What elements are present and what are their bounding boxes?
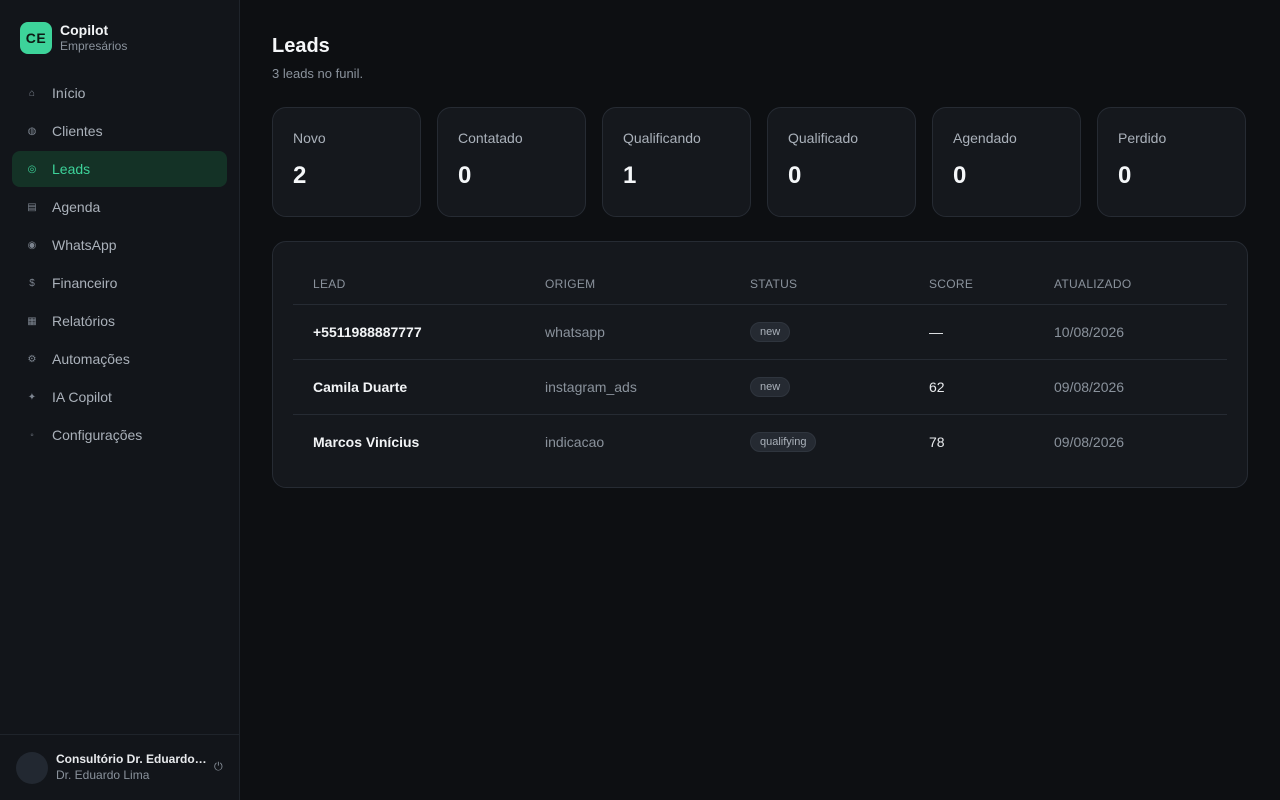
sidebar-item-agenda[interactable]: ▤ Agenda xyxy=(12,189,227,225)
sidebar-item-label: Automações xyxy=(52,351,130,367)
calendar-icon: ▤ xyxy=(27,201,37,213)
lead-name[interactable]: Marcos Vinícius xyxy=(293,414,525,469)
brand[interactable]: CE Copilot Empresários xyxy=(20,22,127,54)
sidebar-item-label: Financeiro xyxy=(52,275,118,291)
gear-icon: ⚙ xyxy=(27,353,37,365)
brand-subtitle: Empresários xyxy=(60,39,128,54)
column-header-lead: LEAD xyxy=(293,262,525,305)
stat-label: Qualificando xyxy=(623,130,701,146)
sparkle-icon: ✦ xyxy=(27,391,37,403)
sidebar-item-label: Configurações xyxy=(52,427,143,443)
lead-updated: 09/08/2026 xyxy=(1054,433,1125,450)
lead-score: 78 xyxy=(929,433,945,450)
stat-label: Contatado xyxy=(458,130,523,146)
sidebar-item-automacoes[interactable]: ⚙ Automações xyxy=(12,341,227,377)
funnel-stats: Novo 2 Contatado 0 Qualificando 1 Qualif… xyxy=(272,107,1248,217)
sidebar: CE Copilot Empresários ⌂ Início ◍ Client… xyxy=(0,0,240,800)
status-badge: new xyxy=(750,321,791,342)
stat-label: Qualificado xyxy=(788,130,859,146)
stat-value: 0 xyxy=(458,162,472,189)
dollar-icon: $ xyxy=(29,277,35,289)
table-row[interactable]: Camila Duarte instagram_ads new 62 09/08… xyxy=(293,359,1227,415)
table-row[interactable]: Marcos Vinícius indicacao qualifying 78 … xyxy=(293,414,1227,469)
column-header-status: STATUS xyxy=(730,262,909,305)
page-subtitle: 3 leads no funil. xyxy=(272,66,364,81)
user-name: Dr. Eduardo Lima xyxy=(56,767,150,782)
leads-table-card: LEAD ORIGEM STATUS SCORE ATUALIZADO +551… xyxy=(272,241,1248,488)
sidebar-item-label: WhatsApp xyxy=(52,237,117,253)
sidebar-item-configuracoes[interactable]: ◦ Configurações xyxy=(12,417,227,453)
lead-updated: 10/08/2026 xyxy=(1034,304,1227,360)
stat-value: 0 xyxy=(953,162,967,189)
page-title: Leads xyxy=(272,35,330,57)
stat-card-qualificado[interactable]: Qualificado 0 xyxy=(767,107,916,217)
sidebar-item-label: Leads xyxy=(52,161,91,177)
sidebar-item-clientes[interactable]: ◍ Clientes xyxy=(12,113,227,149)
home-icon: ⌂ xyxy=(28,87,36,99)
user-profile: Consultório Dr. Eduardo… Dr. Eduardo Lim… xyxy=(0,734,239,800)
clients-icon: ◍ xyxy=(27,125,37,137)
stat-card-perdido[interactable]: Perdido 0 xyxy=(1097,107,1246,217)
status-badge: qualifying xyxy=(750,431,817,452)
column-header-score: SCORE xyxy=(909,262,1034,305)
lead-updated: 09/08/2026 xyxy=(1034,359,1227,415)
stat-card-contatado[interactable]: Contatado 0 xyxy=(437,107,586,217)
stat-label: Novo xyxy=(293,130,326,146)
lead-status-cell: new xyxy=(730,359,909,415)
lead-name[interactable]: Camila Duarte xyxy=(293,359,525,415)
stat-value: 0 xyxy=(788,162,802,189)
stat-card-novo[interactable]: Novo 2 xyxy=(272,107,421,217)
stat-value: 2 xyxy=(293,162,307,189)
chart-icon: ▦ xyxy=(27,315,37,327)
main-content: Leads 3 leads no funil. Novo 2 Contatado… xyxy=(272,0,1248,488)
brand-logo: CE xyxy=(20,22,52,54)
stat-value: 1 xyxy=(623,162,637,189)
table-row[interactable]: +5511988887777 whatsapp new — 10/08/2026 xyxy=(293,304,1227,360)
status-badge: new xyxy=(750,376,791,397)
lead-status-cell: qualifying xyxy=(730,414,909,469)
lead-score: — xyxy=(909,304,1034,360)
lead-score: 62 xyxy=(909,359,1034,415)
stat-card-qualificando[interactable]: Qualificando 1 xyxy=(602,107,751,217)
stat-label: Perdido xyxy=(1118,130,1167,146)
stat-card-agendado[interactable]: Agendado 0 xyxy=(932,107,1081,217)
table-header-row: LEAD ORIGEM STATUS SCORE ATUALIZADO xyxy=(293,262,1227,305)
sidebar-item-relatorios[interactable]: ▦ Relatórios xyxy=(12,303,227,339)
stat-value: 0 xyxy=(1118,162,1132,189)
lead-origin: whatsapp xyxy=(525,304,730,360)
sidebar-item-label: Agenda xyxy=(52,199,101,215)
chat-icon: ◉ xyxy=(27,239,37,251)
lead-origin: instagram_ads xyxy=(525,359,730,415)
sidebar-nav: ⌂ Início ◍ Clientes ◎ Leads ▤ Agenda ◉ W… xyxy=(12,75,227,455)
column-header-atualizado: ATUALIZADO xyxy=(1034,262,1227,305)
lead-name[interactable]: +5511988887777 xyxy=(293,304,525,360)
sidebar-item-leads[interactable]: ◎ Leads xyxy=(12,151,227,187)
logout-icon[interactable]: ⏻ xyxy=(214,761,223,774)
sidebar-item-whatsapp[interactable]: ◉ WhatsApp xyxy=(12,227,227,263)
sidebar-item-label: Início xyxy=(52,85,86,101)
avatar[interactable] xyxy=(16,751,48,784)
lead-origin: indicacao xyxy=(545,433,605,450)
sidebar-item-inicio[interactable]: ⌂ Início xyxy=(12,75,227,111)
brand-name: Copilot xyxy=(60,22,109,39)
sidebar-item-financeiro[interactable]: $ Financeiro xyxy=(12,265,227,301)
lead-status-cell: new xyxy=(730,304,909,360)
sidebar-item-label: Clientes xyxy=(52,123,103,139)
target-icon: ◎ xyxy=(27,163,37,175)
sidebar-item-label: Relatórios xyxy=(52,313,116,329)
sidebar-item-label: IA Copilot xyxy=(52,389,112,405)
stat-label: Agendado xyxy=(953,130,1017,146)
sidebar-item-ia-copilot[interactable]: ✦ IA Copilot xyxy=(12,379,227,415)
leads-table: LEAD ORIGEM STATUS SCORE ATUALIZADO +551… xyxy=(293,262,1227,469)
column-header-origem: ORIGEM xyxy=(525,262,730,305)
user-org: Consultório Dr. Eduardo… xyxy=(56,751,207,766)
settings-icon: ◦ xyxy=(30,429,34,441)
